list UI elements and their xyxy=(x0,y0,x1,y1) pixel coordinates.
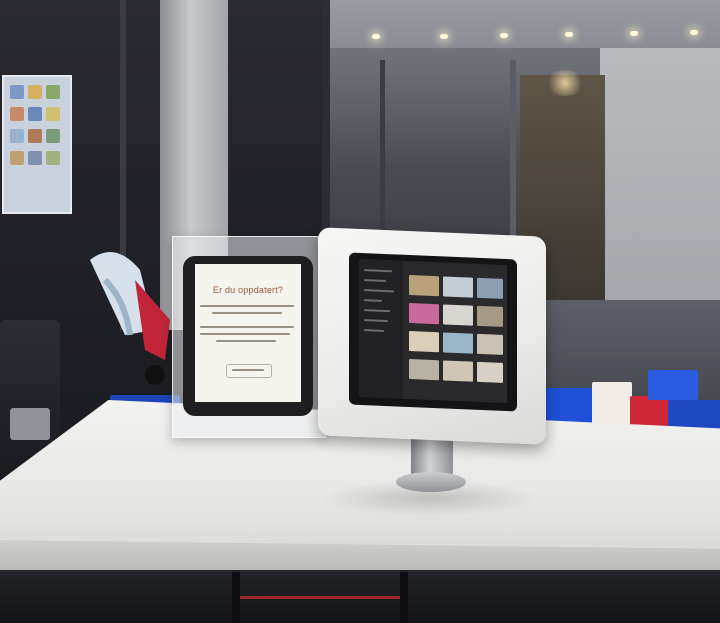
blue-bin xyxy=(648,370,698,400)
ceiling-light xyxy=(690,30,698,35)
ceiling-light xyxy=(630,31,638,36)
screen-thumbnail xyxy=(477,333,503,355)
tablet-screen[interactable] xyxy=(359,258,507,404)
screen-thumbnail xyxy=(477,361,503,383)
ceiling-light xyxy=(372,34,380,39)
photo-scene: Er du oppdatert? xyxy=(0,0,720,623)
doorway-lamp-glow xyxy=(545,70,585,96)
poster-tile xyxy=(28,85,42,99)
screen-thumbnail xyxy=(443,332,473,354)
wall-poster xyxy=(2,75,72,214)
poster-tile xyxy=(46,85,60,99)
red-cable xyxy=(240,596,400,599)
poster-tile xyxy=(28,129,42,143)
sidebar-line xyxy=(364,309,390,313)
screen-thumbnail xyxy=(409,330,439,353)
sign-text-line xyxy=(200,333,290,335)
hall-right-wall xyxy=(600,48,720,338)
screen-thumbnail xyxy=(409,274,439,297)
screen-thumbnail xyxy=(443,276,473,298)
poster-tile xyxy=(28,151,42,165)
sidebar-line xyxy=(364,269,392,273)
poster-tile xyxy=(46,107,60,121)
screen-thumbnail xyxy=(409,302,439,325)
poster-tile xyxy=(28,107,42,121)
sign-text-line xyxy=(216,340,276,342)
poster-tile xyxy=(10,107,24,121)
hall-ceiling xyxy=(325,0,720,48)
sidebar-line xyxy=(364,289,394,293)
sign-text-line xyxy=(212,312,282,314)
screen-thumbnail xyxy=(477,305,503,327)
poster-tile xyxy=(46,129,60,143)
grey-speaker xyxy=(10,408,50,440)
screen-thumbnail xyxy=(409,358,439,381)
sign-text-line xyxy=(200,326,294,328)
ceiling-light xyxy=(500,33,508,38)
screen-thumbnail xyxy=(443,304,473,326)
sign-printed-button xyxy=(226,364,272,378)
sign-heading: Er du oppdatert? xyxy=(212,285,284,295)
poster-tile xyxy=(10,85,24,99)
table-leg xyxy=(400,572,408,623)
ceiling-light xyxy=(440,34,448,39)
sidebar-line xyxy=(364,299,382,302)
poster-tile xyxy=(46,151,60,165)
sign-text-line xyxy=(200,305,294,307)
ceiling-light xyxy=(565,32,573,37)
stroller xyxy=(90,252,170,385)
poster-tile xyxy=(10,151,24,165)
poster-tile xyxy=(10,129,24,143)
sidebar-line xyxy=(364,279,386,283)
kiosk-base xyxy=(396,472,466,492)
sign-text-line xyxy=(232,369,264,371)
screen-thumbnail xyxy=(443,360,473,382)
screen-thumbnail xyxy=(477,277,503,299)
sidebar-line xyxy=(364,329,384,332)
sidebar-line xyxy=(364,319,388,323)
table-leg xyxy=(232,572,240,623)
screen-sidebar xyxy=(359,258,403,399)
